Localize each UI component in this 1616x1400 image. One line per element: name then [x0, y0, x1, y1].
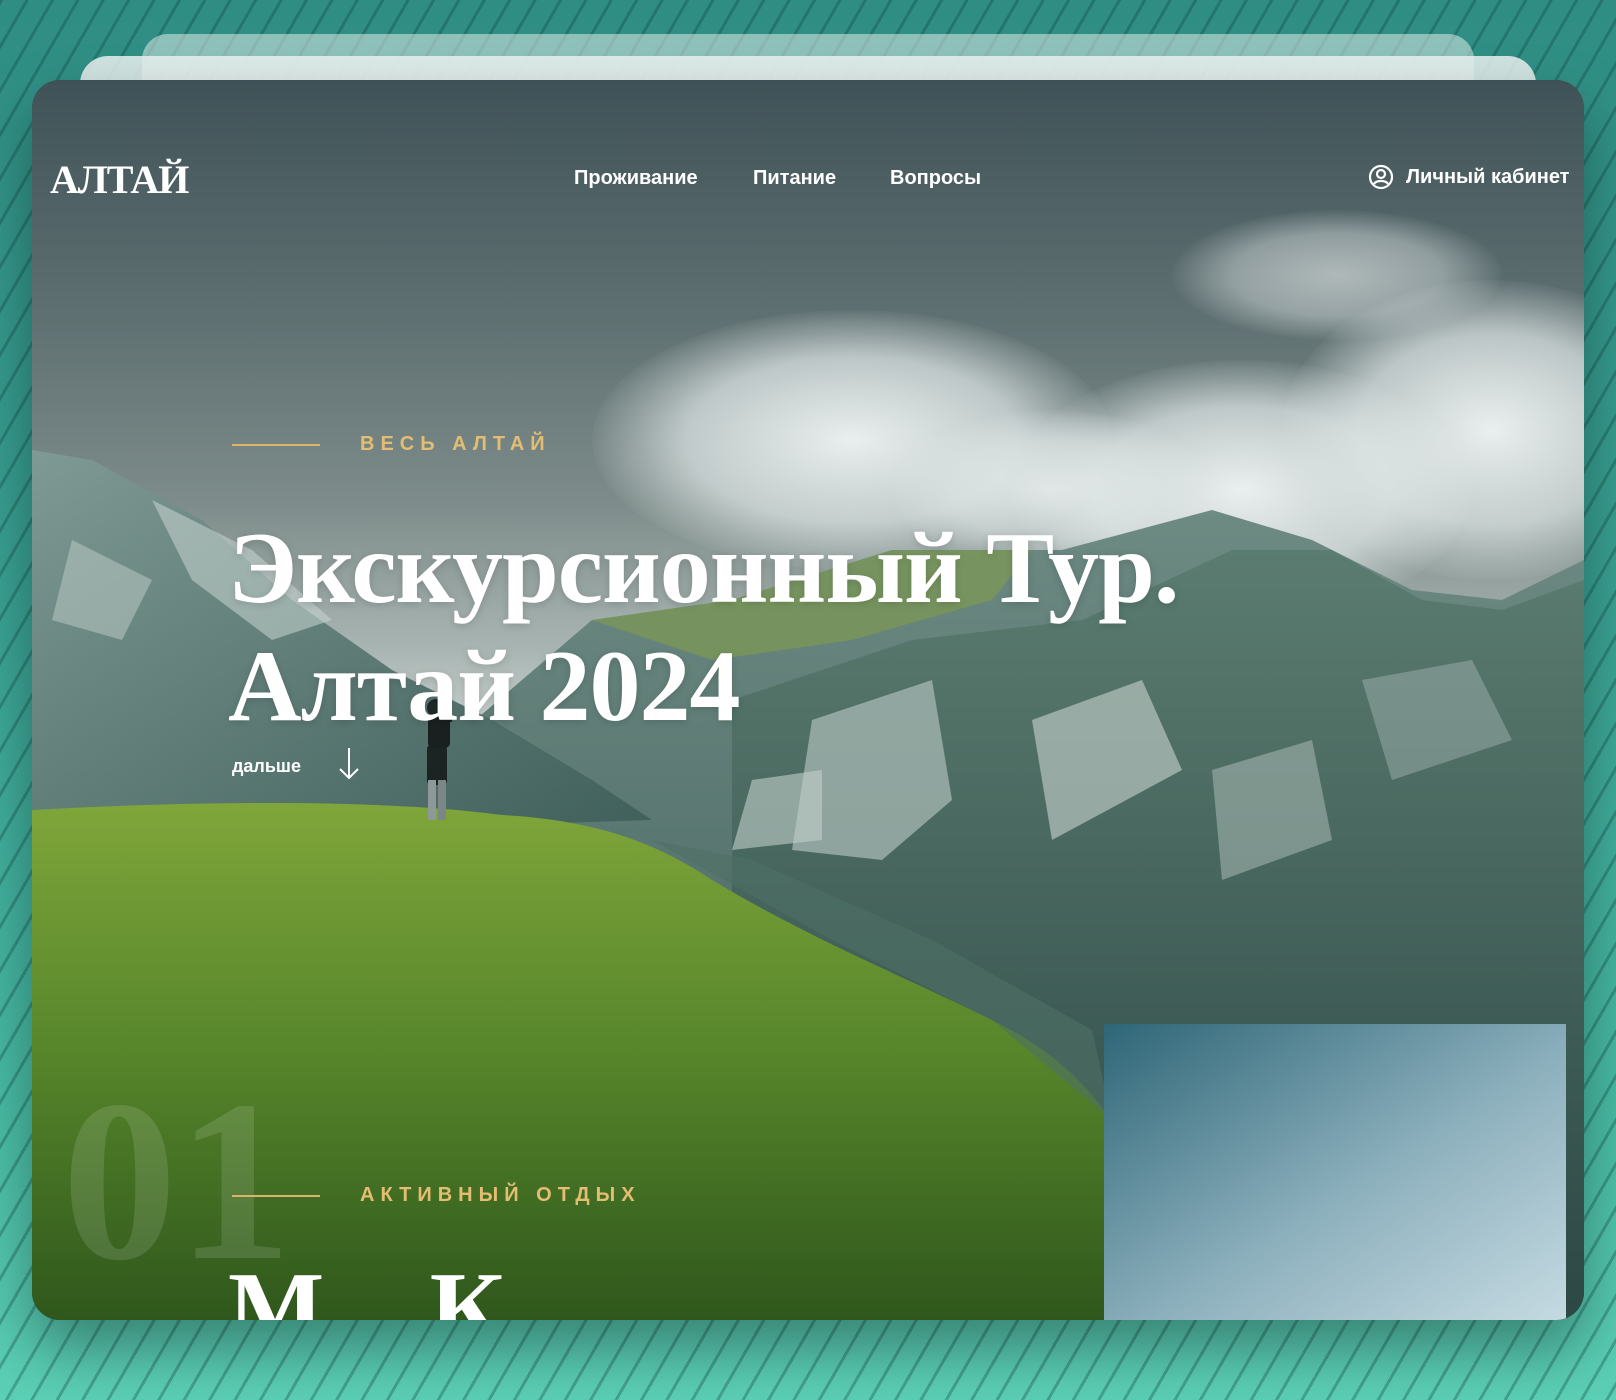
preview-panel: [1104, 1024, 1566, 1320]
account-label: Личный кабинет: [1406, 165, 1570, 188]
more-label: дальше: [232, 756, 301, 776]
hero-eyebrow-text: ВЕСЬ АЛТАЙ: [360, 433, 551, 455]
account-link[interactable]: Личный кабинет: [1368, 164, 1569, 190]
user-circle-icon: [1368, 164, 1394, 190]
section-title: М К: [228, 1252, 544, 1320]
arrow-down-icon: [337, 746, 361, 787]
section-eyebrow: АКТИВНЫЙ ОТДЫХ: [232, 1184, 641, 1207]
nav-item-accommodation[interactable]: Проживание: [574, 167, 698, 190]
nav-item-questions[interactable]: Вопросы: [890, 167, 981, 190]
more-link[interactable]: дальше: [232, 746, 361, 787]
hero-title: Экскурсионный Тур. Алтай 2024: [228, 510, 1179, 746]
nav-item-food[interactable]: Питание: [753, 167, 836, 190]
site-logo[interactable]: АЛТАЙ: [50, 156, 189, 203]
section-eyebrow-text: АКТИВНЫЙ ОТДЫХ: [360, 1184, 641, 1206]
page-card: АЛТАЙ Проживание Питание Вопросы Личный …: [32, 80, 1584, 1320]
eyebrow-line: [232, 443, 320, 446]
eyebrow-line: [232, 1194, 320, 1197]
hero-eyebrow: ВЕСЬ АЛТАЙ: [232, 433, 551, 456]
hero-title-line2: Алтай 2024: [228, 630, 741, 743]
hero-title-line1: Экскурсионный Тур.: [228, 512, 1179, 625]
